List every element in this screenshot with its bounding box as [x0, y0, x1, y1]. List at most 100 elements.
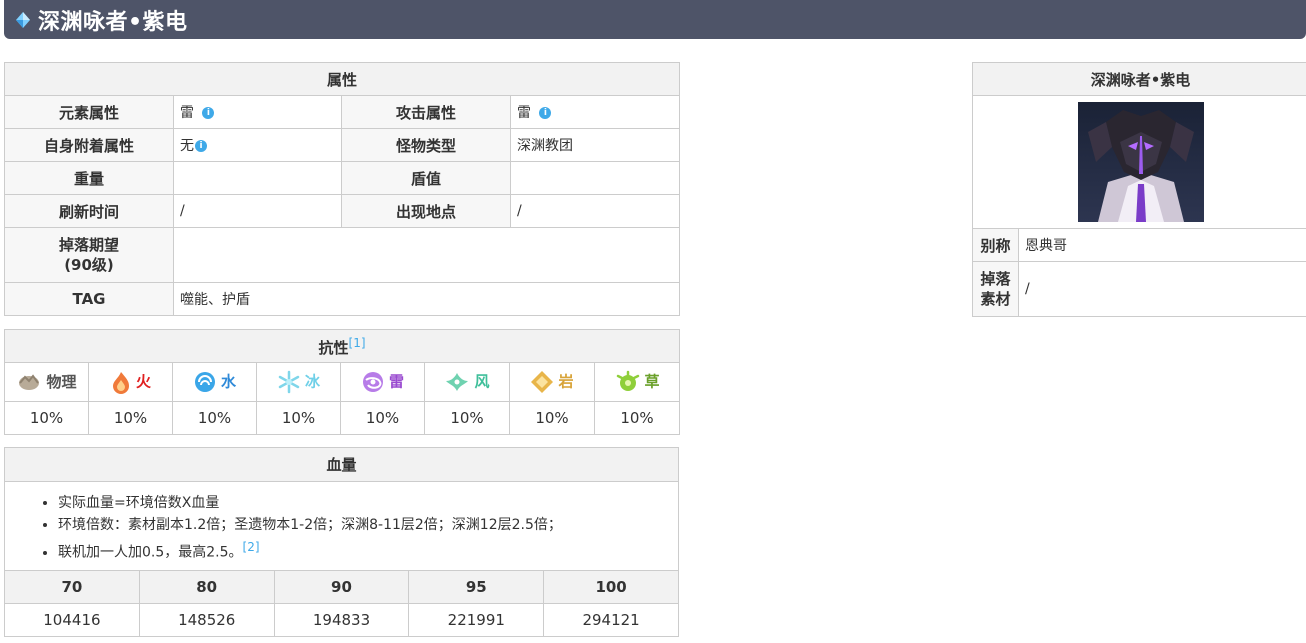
attributes-table: 属性 元素属性 雷 i 攻击属性 雷 i 自身附着属性 无i 怪物类型 深渊教团…	[3, 62, 681, 316]
physical-element-icon	[19, 374, 40, 391]
monster-type-value: 深渊教团	[509, 128, 681, 162]
page-title-bar: 深渊咏者•紫电	[4, 0, 1306, 39]
hp-value-80: 148526	[138, 602, 275, 637]
monster-portrait[interactable]	[1077, 102, 1204, 222]
res-geo-name: 岩	[558, 372, 574, 391]
hp-note-text: 实际血量=环境倍数X血量	[58, 495, 220, 511]
res-cryo-name: 冰	[304, 372, 320, 391]
pyro-element-icon	[112, 372, 129, 394]
electro-element-icon	[362, 372, 383, 392]
hp-header: 血量	[5, 448, 678, 482]
shield-label: 盾值	[341, 161, 511, 195]
diamond-icon	[16, 11, 30, 28]
weight-label: 重量	[4, 161, 174, 195]
res-dendro: 草	[593, 362, 681, 402]
infobox-name: 深渊咏者•紫电	[972, 62, 1306, 96]
alias-value: 恩典哥	[1018, 228, 1306, 262]
side-drop-label-line2: 素材	[980, 290, 1011, 308]
tag-label: TAG	[4, 282, 174, 316]
drop-label-line1: 掉落期望	[58, 236, 119, 254]
side-drop-label-line1: 掉落	[980, 270, 1011, 288]
res-anemo-name: 风	[474, 372, 490, 391]
resistance-header: 抗性	[318, 338, 349, 357]
res-physical-value: 10%	[4, 401, 89, 435]
res-pyro: 火	[88, 362, 173, 402]
res-cryo-value: 10%	[256, 401, 341, 435]
list-item: 实际血量=环境倍数X血量	[58, 492, 678, 514]
res-electro: 雷	[340, 362, 425, 402]
list-item: 环境倍数：素材副本1.2倍；圣遗物本1-2倍；深渊8-11层2倍；深渊12层2.…	[58, 514, 678, 536]
infobox-table: 深渊咏者•紫电 别称 恩典哥 掉落 素材 /	[972, 62, 1306, 317]
element-value: 雷	[180, 105, 194, 121]
monster-type-label: 怪物类型	[341, 128, 511, 162]
res-hydro-name: 水	[220, 372, 236, 391]
element-label: 元素属性	[4, 95, 174, 129]
anemo-element-icon	[446, 373, 469, 391]
res-physical-name: 物理	[46, 372, 77, 391]
location-label: 出现地点	[341, 194, 511, 228]
portrait-cell	[972, 95, 1306, 229]
res-pyro-value: 10%	[88, 401, 173, 435]
hp-table: 70 80 90 95 100 104416 148526 194833 221…	[4, 569, 679, 637]
hp-level-100: 100	[543, 569, 679, 604]
hp-notes-list: 实际血量=环境倍数X血量 环境倍数：素材副本1.2倍；圣遗物本1-2倍；深渊8-…	[5, 492, 678, 564]
attack-value-cell: 雷 i	[509, 95, 681, 129]
res-electro-name: 雷	[388, 372, 404, 391]
geo-element-icon	[531, 371, 554, 393]
res-anemo: 风	[424, 362, 510, 402]
hp-note-text: 联机加一人加0.5，最高2.5。	[58, 544, 243, 561]
weight-value	[173, 161, 342, 195]
info-icon[interactable]: i	[202, 107, 215, 119]
hp-value-90: 194833	[273, 602, 410, 637]
res-geo-value: 10%	[509, 401, 595, 435]
res-anemo-value: 10%	[424, 401, 510, 435]
attributes-header: 属性	[3, 62, 681, 96]
res-hydro: 水	[172, 362, 257, 402]
hp-level-70: 70	[4, 569, 140, 604]
refresh-label: 刷新时间	[4, 194, 174, 228]
side-drop-value: /	[1018, 261, 1306, 317]
res-geo: 岩	[509, 362, 595, 402]
res-pyro-name: 火	[135, 372, 151, 391]
alias-label: 别称	[972, 228, 1019, 262]
res-dendro-name: 草	[644, 372, 660, 391]
reference-link-1[interactable]: [1]	[349, 336, 366, 350]
attack-value: 雷	[517, 105, 531, 121]
hp-level-90: 90	[273, 569, 410, 604]
res-hydro-value: 10%	[172, 401, 257, 435]
hp-section: 血量 实际血量=环境倍数X血量 环境倍数：素材副本1.2倍；圣遗物本1-2倍；深…	[4, 447, 679, 637]
res-physical: 物理	[4, 362, 89, 402]
tag-value: 噬能、护盾	[172, 282, 681, 316]
location-value: /	[509, 194, 681, 228]
res-cryo: 冰	[256, 362, 341, 402]
self-attach-value: 无	[180, 138, 194, 154]
hp-note-text: 环境倍数：素材副本1.2倍；圣遗物本1-2倍；深渊8-11层2倍；深渊12层2.…	[58, 517, 562, 533]
self-attach-value-cell: 无i	[173, 128, 342, 162]
list-item: 联机加一人加0.5，最高2.5。[2]	[58, 536, 678, 564]
element-value-cell: 雷 i	[173, 95, 342, 129]
hp-value-100: 294121	[543, 602, 679, 637]
dendro-element-icon	[616, 370, 639, 391]
drop-label: 掉落期望 (90级)	[4, 227, 174, 283]
hydro-element-icon	[194, 372, 215, 392]
self-attach-label: 自身附着属性	[4, 128, 174, 162]
res-electro-value: 10%	[340, 401, 425, 435]
drop-label-line2: (90级)	[64, 256, 114, 274]
resistance-table: 抗性[1] 物理 火 水 冰 雷 风 岩 草 10% 10% 10% 10% 1…	[3, 329, 681, 435]
reference-link-2[interactable]: [2]	[243, 540, 260, 554]
info-icon[interactable]: i	[539, 107, 552, 119]
hp-value-70: 104416	[4, 602, 140, 637]
hp-level-95: 95	[408, 569, 545, 604]
drop-value	[172, 227, 681, 283]
shield-value	[509, 161, 681, 195]
side-drop-label: 掉落 素材	[972, 261, 1019, 317]
info-icon[interactable]: i	[195, 140, 207, 152]
hp-level-80: 80	[138, 569, 275, 604]
page-title: 深渊咏者•紫电	[38, 9, 188, 35]
res-dendro-value: 10%	[593, 401, 681, 435]
attack-label: 攻击属性	[341, 95, 511, 129]
hp-value-95: 221991	[408, 602, 545, 637]
refresh-value: /	[173, 194, 342, 228]
cryo-element-icon	[278, 370, 300, 394]
resistance-header-cell: 抗性[1]	[3, 329, 681, 363]
